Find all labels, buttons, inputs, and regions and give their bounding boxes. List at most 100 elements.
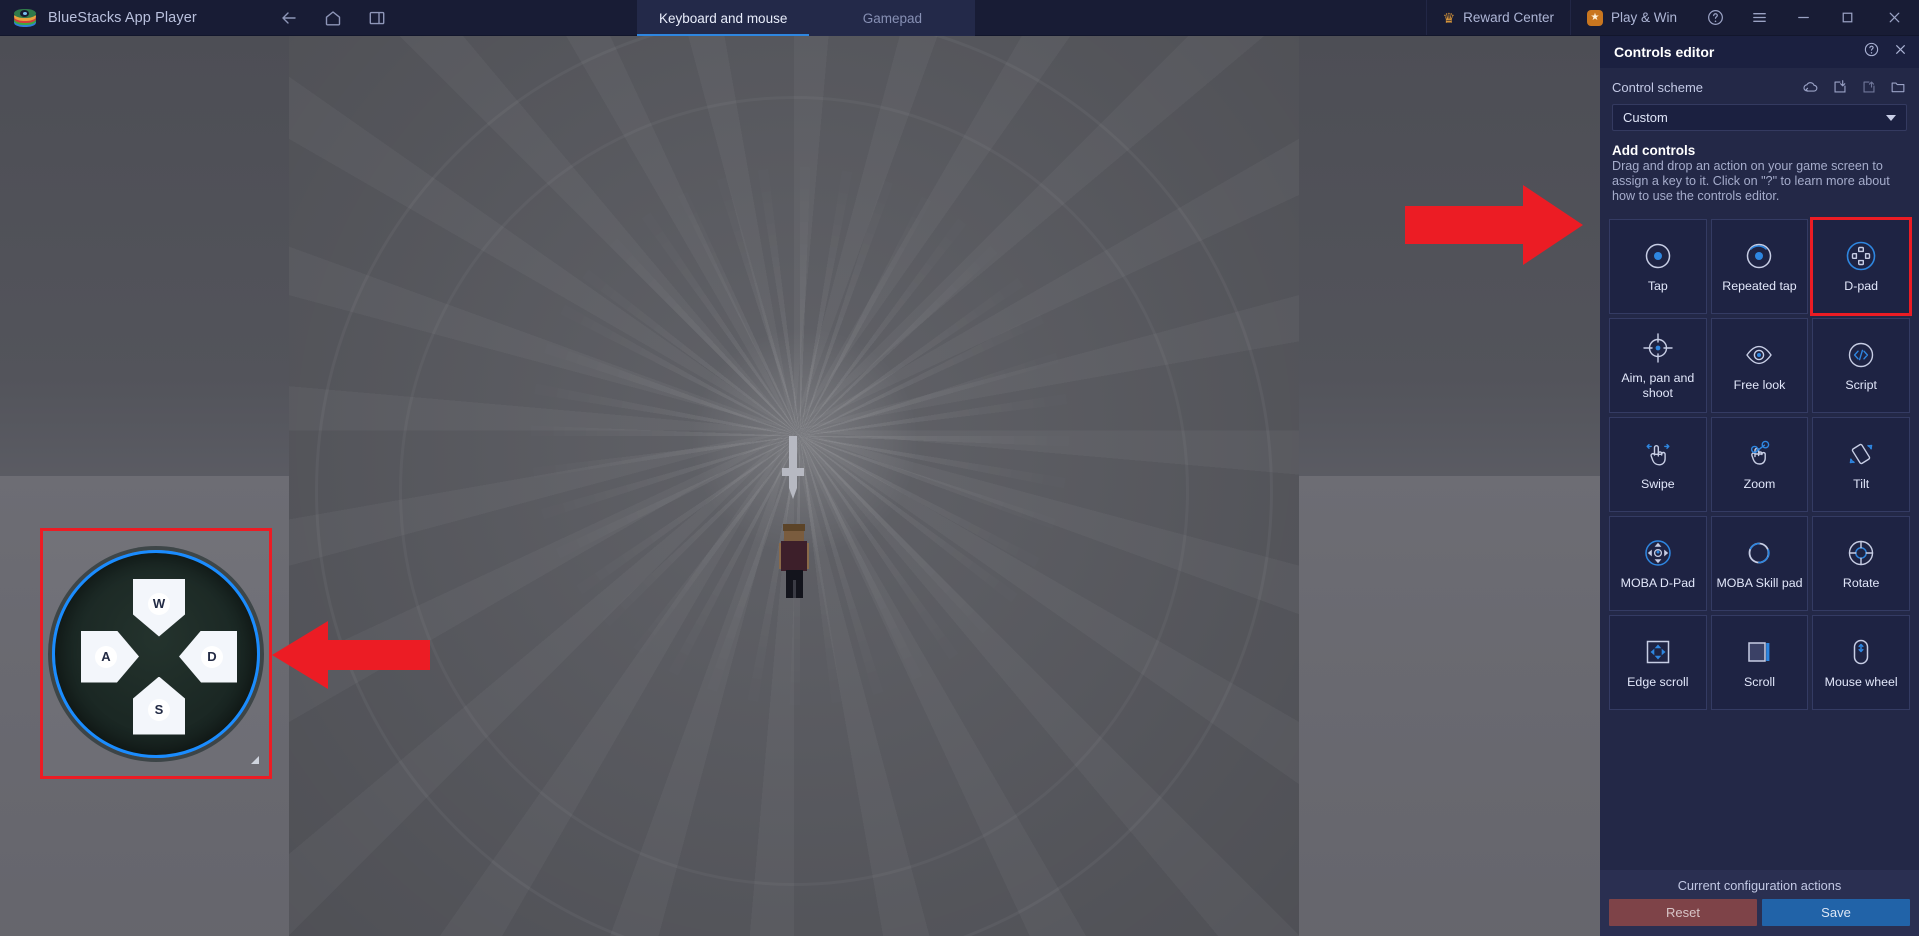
player-character <box>779 524 809 602</box>
open-folder-icon[interactable] <box>1889 78 1907 96</box>
control-tile-free-look[interactable]: Free look <box>1710 317 1809 413</box>
tab-keyboard-and-mouse[interactable]: Keyboard and mouse <box>637 0 810 36</box>
control-tile-dpad-label: D-pad <box>1844 279 1879 294</box>
tilt-icon <box>1844 436 1878 472</box>
dpad-overlay[interactable]: W A D S <box>40 528 272 779</box>
reward-center-button[interactable]: ♛ Reward Center <box>1425 0 1570 35</box>
play-and-win-button[interactable]: ★ Play & Win <box>1569 0 1693 35</box>
cloud-sync-icon[interactable] <box>1802 78 1820 96</box>
save-button[interactable]: Save <box>1762 899 1910 926</box>
pinch-zoom-icon <box>1742 436 1776 472</box>
play-and-win-label: Play & Win <box>1610 10 1677 25</box>
home-icon[interactable] <box>322 7 344 29</box>
control-tile-zoom[interactable]: Zoom <box>1710 416 1809 512</box>
mouse-wheel-icon <box>1844 634 1878 670</box>
maximize-icon[interactable] <box>1825 0 1869 35</box>
repeated-tap-icon <box>1742 238 1776 274</box>
panel-title: Controls editor <box>1614 44 1715 60</box>
dpad-icon <box>1843 238 1879 274</box>
control-scheme-label: Control scheme <box>1612 79 1704 95</box>
export-scheme-icon[interactable] <box>1860 78 1878 96</box>
code-script-icon <box>1844 337 1878 373</box>
edge-scroll-icon <box>1641 634 1675 670</box>
title-bar-right: ♛ Reward Center ★ Play & Win <box>1425 0 1919 35</box>
moba-dpad-icon <box>1641 535 1675 571</box>
navigation-buttons <box>268 0 388 35</box>
tab-keyboard-and-mouse-label: Keyboard and mouse <box>659 10 788 26</box>
controls-tile-grid: Tap Repeated tap D-pad Aim, pan and shoo… <box>1600 213 1919 710</box>
control-tile-mouse-wheel[interactable]: Mouse wheel <box>1812 614 1910 710</box>
bluestacks-app-window: BlueStacks App Player Keyboard and mouse… <box>0 0 1919 936</box>
control-tile-swipe-label: Swipe <box>1640 477 1675 492</box>
mode-tabs: Keyboard and mouse Gamepad <box>637 0 976 36</box>
control-scheme-block: Control scheme Custom <box>1600 68 1919 141</box>
control-tile-script-label: Script <box>1845 378 1877 393</box>
reset-button-label: Reset <box>1666 905 1700 920</box>
control-scheme-dropdown[interactable]: Custom <box>1612 104 1907 131</box>
dpad-key-up-label: W <box>148 592 170 615</box>
control-tile-edge-scroll[interactable]: Edge scroll <box>1609 614 1707 710</box>
panel-close-icon[interactable] <box>1892 41 1909 63</box>
control-tile-repeated-tap[interactable]: Repeated tap <box>1710 218 1809 314</box>
back-icon[interactable] <box>278 7 300 29</box>
control-scheme-actions <box>1802 78 1907 96</box>
tab-gamepad-label: Gamepad <box>862 10 922 26</box>
dpad-key-left-label: A <box>95 645 117 668</box>
control-tile-edge-scroll-label: Edge scroll <box>1627 675 1689 690</box>
control-tile-aim-pan-shoot-label: Aim, pan and shoot <box>1621 371 1695 400</box>
moba-skill-pad-icon <box>1742 535 1776 571</box>
dpad-key-down-label: S <box>148 698 170 721</box>
add-controls-description: Drag and drop an action on your game scr… <box>1612 159 1890 204</box>
minimize-icon[interactable] <box>1781 0 1825 35</box>
crosshair-icon <box>1641 330 1675 366</box>
save-button-label: Save <box>1821 905 1851 920</box>
star-badge-icon: ★ <box>1586 9 1603 26</box>
windows-icon[interactable] <box>366 7 388 29</box>
control-tile-rotate[interactable]: Rotate <box>1812 515 1910 611</box>
hamburger-menu-icon[interactable] <box>1737 0 1781 35</box>
tap-icon <box>1641 238 1675 274</box>
title-bar: BlueStacks App Player Keyboard and mouse… <box>0 0 1919 36</box>
bluestacks-logo-icon <box>14 8 36 27</box>
control-tile-scroll[interactable]: Scroll <box>1710 614 1809 710</box>
swipe-hand-icon <box>1641 436 1675 472</box>
control-tile-script[interactable]: Script <box>1812 317 1910 413</box>
import-scheme-icon[interactable] <box>1831 78 1849 96</box>
question-circle-icon[interactable] <box>1693 0 1737 35</box>
control-tile-moba-dpad[interactable]: MOBA D-Pad <box>1609 515 1707 611</box>
control-tile-aim-pan-shoot[interactable]: Aim, pan and shoot <box>1609 317 1707 413</box>
resize-handle[interactable] <box>251 756 259 764</box>
controls-editor-panel: Controls editor Control scheme Custom Ad… <box>1600 36 1919 936</box>
control-tile-rotate-label: Rotate <box>1842 576 1880 591</box>
dpad-key-right-label: D <box>201 645 223 668</box>
control-tile-mouse-wheel-label: Mouse wheel <box>1824 675 1898 690</box>
title-bar-left: BlueStacks App Player <box>0 0 268 35</box>
control-tile-dpad[interactable]: D-pad <box>1810 216 1912 316</box>
control-tile-tap-label: Tap <box>1647 279 1668 294</box>
add-controls-block: Add controls Drag and drop an action on … <box>1600 141 1919 213</box>
control-tile-repeated-tap-label: Repeated tap <box>1722 279 1797 294</box>
control-tile-swipe[interactable]: Swipe <box>1609 416 1707 512</box>
scroll-icon <box>1742 634 1776 670</box>
tab-gamepad[interactable]: Gamepad <box>809 0 976 36</box>
app-body: W A D S Controls editor Control scheme C… <box>0 36 1919 936</box>
panel-help-icon[interactable] <box>1863 41 1880 63</box>
dpad-control[interactable]: W A D S <box>52 549 260 758</box>
reset-button[interactable]: Reset <box>1609 899 1757 926</box>
control-tile-moba-dpad-label: MOBA D-Pad <box>1620 576 1696 591</box>
control-tile-tap[interactable]: Tap <box>1609 218 1707 314</box>
control-tile-tilt[interactable]: Tilt <box>1812 416 1910 512</box>
control-tile-moba-skill-pad[interactable]: MOBA Skill pad <box>1710 515 1809 611</box>
chevron-down-icon <box>1886 114 1896 121</box>
reward-center-label: Reward Center <box>1463 10 1554 25</box>
panel-header: Controls editor <box>1600 36 1919 68</box>
eye-icon <box>1742 337 1776 373</box>
control-scheme-selected-value: Custom <box>1623 110 1668 125</box>
control-tile-zoom-label: Zoom <box>1743 477 1776 492</box>
close-icon[interactable] <box>1869 0 1919 35</box>
control-tile-moba-skill-pad-label: MOBA Skill pad <box>1716 576 1803 591</box>
crown-icon: ♛ <box>1442 9 1456 26</box>
control-tile-scroll-label: Scroll <box>1744 675 1775 690</box>
game-screen[interactable]: W A D S <box>0 36 1600 936</box>
panel-footer: Current configuration actions Reset Save <box>1600 870 1919 936</box>
